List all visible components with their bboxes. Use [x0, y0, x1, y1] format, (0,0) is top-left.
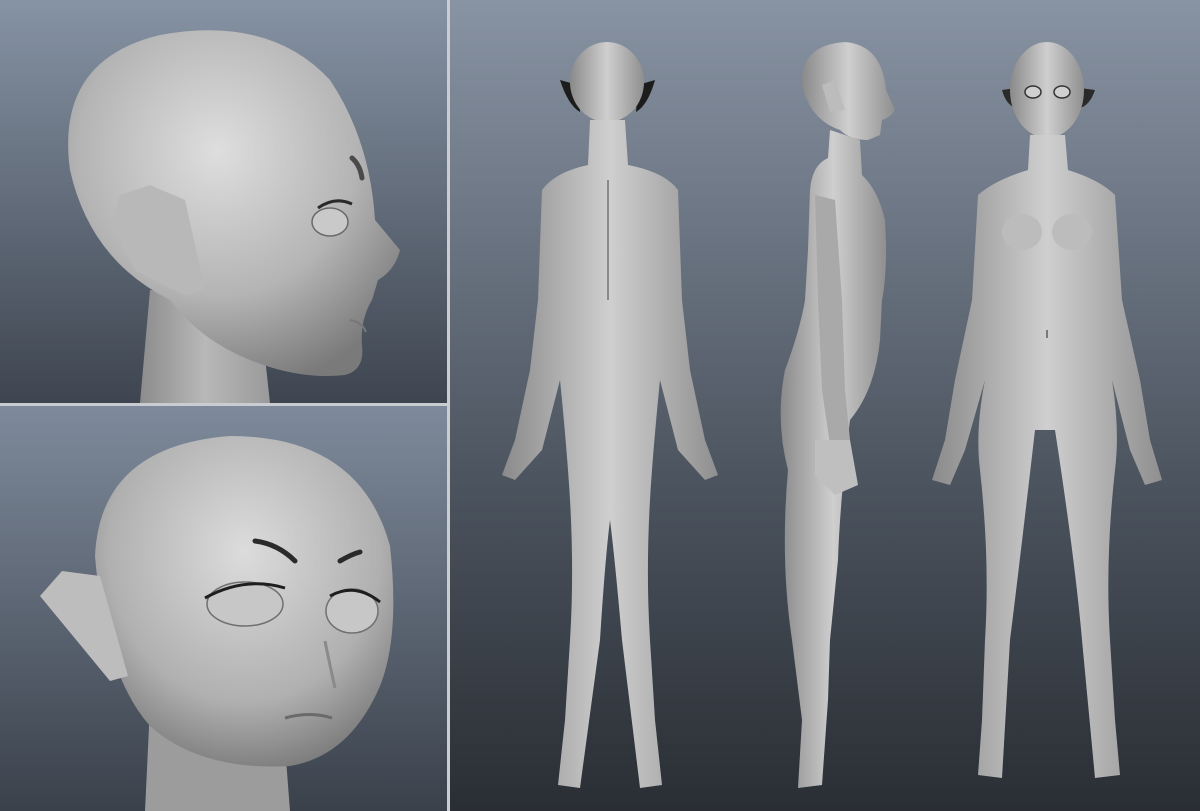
chest-left — [1002, 214, 1042, 250]
head-front-small — [1010, 42, 1084, 138]
eye-front-left — [1024, 85, 1042, 99]
head-front-render — [0, 406, 447, 811]
vertical-divider — [447, 0, 450, 811]
eye-front-right — [1053, 85, 1071, 99]
head-side-render — [0, 0, 447, 403]
eye-left — [206, 581, 284, 627]
chest-right — [1052, 214, 1092, 250]
full-body-render — [450, 0, 1200, 811]
viewport-full-body — [450, 0, 1200, 811]
viewport-head-side — [0, 0, 447, 403]
eye-socket — [311, 207, 349, 237]
viewport-head-front — [0, 406, 447, 811]
horizontal-divider — [0, 403, 447, 406]
head-back — [570, 42, 644, 122]
model-sheet — [0, 0, 1200, 811]
